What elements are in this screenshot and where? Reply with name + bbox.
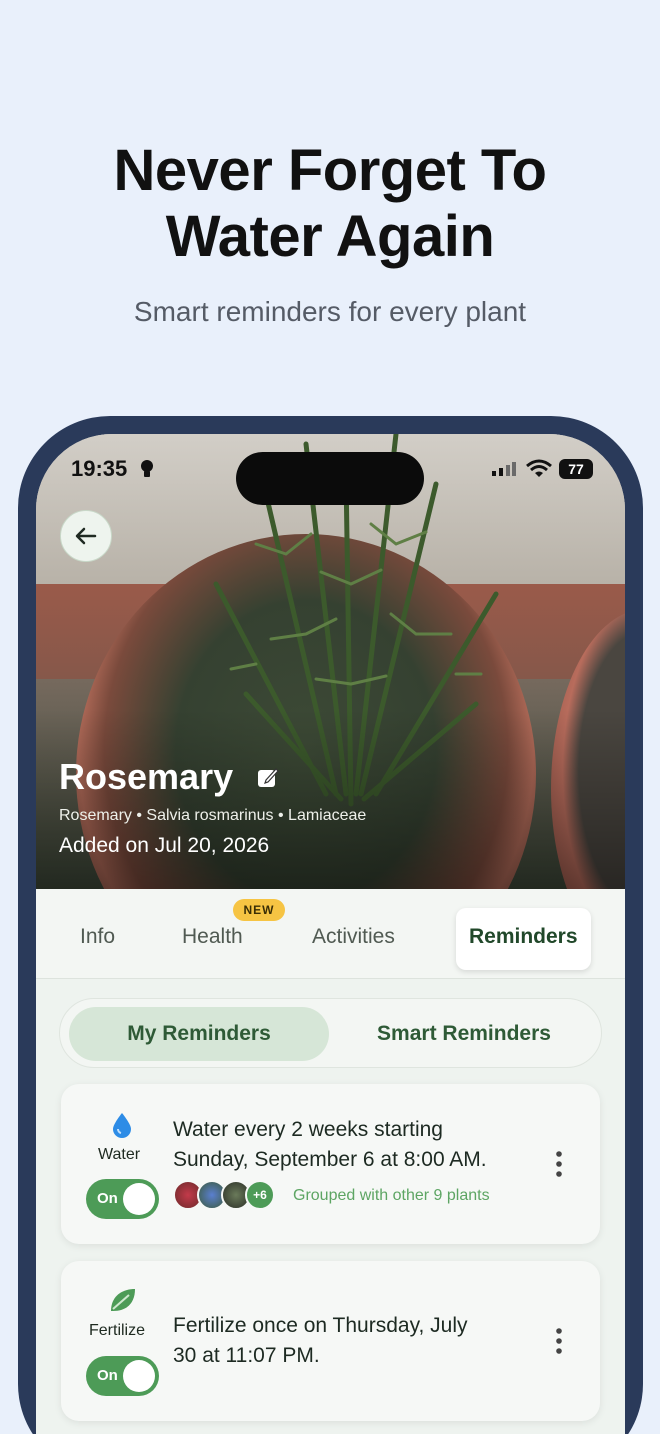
new-badge: NEW [233,899,285,921]
my-reminders-option[interactable]: My Reminders [69,1007,329,1061]
back-button[interactable] [60,510,112,562]
tab-info[interactable]: Info [80,925,115,949]
plant-tabs: Info NEW Health Activities Reminders [36,889,625,979]
water-reminder-toggle[interactable]: On [86,1179,159,1219]
cellular-signal-icon [492,462,516,476]
plant-name: Rosemary [59,756,234,797]
tab-reminders[interactable]: Reminders [456,908,591,970]
battery-indicator: 77 [559,459,593,479]
reminder-description-line2: Sunday, September 6 at 8:00 AM. [173,1148,487,1171]
lightbulb-icon [141,460,153,477]
reminder-kind-label: Water [98,1146,141,1163]
plant-added-date: Added on Jul 20, 2026 [59,834,270,857]
more-plants-count: +6 [245,1180,275,1210]
wifi-icon [526,459,552,477]
tab-activities[interactable]: Activities [312,925,395,949]
tab-health[interactable]: Health [182,925,243,949]
promo-headline-line2: Water Again [165,204,495,269]
reminder-description: Water every 2 weeks starting Sunday, Sep… [173,1115,487,1175]
more-options-icon[interactable] [556,1328,562,1354]
edit-icon[interactable] [256,766,280,790]
grouped-plants-avatars[interactable]: +6 [173,1180,283,1212]
phone-screen: 19:35 77 Rosemary Rosemary • Salvia rosm… [36,434,625,1434]
dynamic-island [236,452,424,505]
reminder-description: Fertilize once on Thursday, July 30 at 1… [173,1311,468,1371]
leaf-icon [111,1289,135,1311]
fertilize-reminder-toggle[interactable]: On [86,1356,159,1396]
promo-subheadline: Smart reminders for every plant [133,296,527,327]
toggle-label: On [97,1190,118,1207]
reminder-card-fertilize[interactable]: Fertilize On Fertilize once on Thursday,… [61,1261,600,1421]
phone-frame: 19:35 77 Rosemary Rosemary • Salvia rosm… [18,416,643,1434]
arrow-left-icon [75,527,97,545]
toggle-knob [123,1183,155,1215]
reminder-description-line2: 30 at 11:07 PM. [173,1344,320,1367]
plant-taxonomy: Rosemary • Salvia rosmarinus • Lamiaceae [59,807,367,824]
toggle-label: On [97,1367,118,1384]
water-drop-icon [113,1113,131,1138]
reminder-description-line1: Water every 2 weeks starting [173,1118,443,1141]
grouped-plants-text[interactable]: Grouped with other 9 plants [293,1187,490,1205]
smart-reminders-option[interactable]: Smart Reminders [334,1007,594,1061]
more-options-icon[interactable] [556,1151,562,1177]
reminder-description-line1: Fertilize once on Thursday, July [173,1314,468,1337]
status-time: 19:35 [71,456,128,481]
reminder-kind-label: Fertilize [89,1322,146,1339]
hero-shade [36,709,625,889]
promo-headline: Never Forget To Water Again [0,138,660,270]
toggle-knob [123,1360,155,1392]
promo-headline-line1: Never Forget To [113,138,547,203]
reminder-card-water[interactable]: Water On Water every 2 weeks starting Su… [61,1084,600,1244]
reminder-type-switch: My Reminders Smart Reminders [59,998,602,1068]
